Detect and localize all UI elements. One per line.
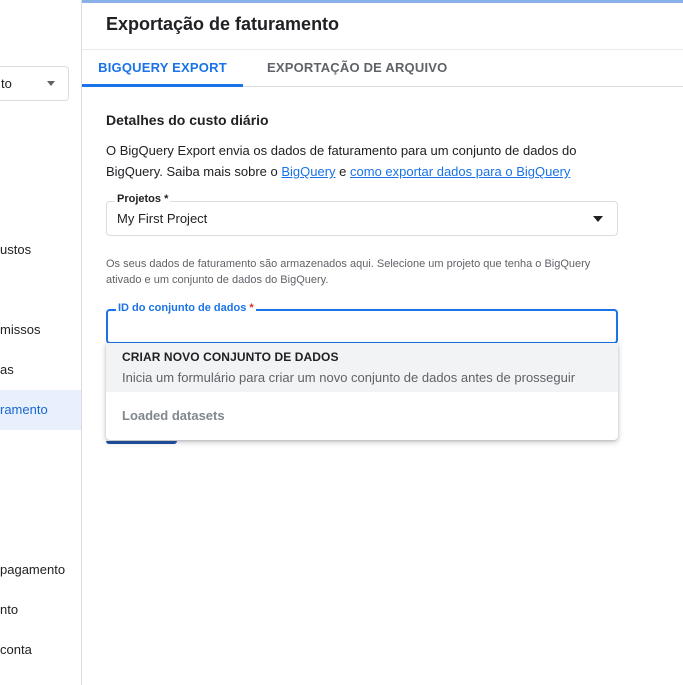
dataset-id-label: ID do conjunto de dados * bbox=[116, 302, 256, 314]
tab-bigquery-export[interactable]: BIGQUERY EXPORT bbox=[82, 50, 243, 87]
create-dataset-title: CRIAR NOVO CONJUNTO DE DADOS bbox=[122, 350, 339, 364]
active-tab-indicator bbox=[82, 84, 243, 87]
dataset-dropdown-menu: CRIAR NOVO CONJUNTO DE DADOS Inicia um f… bbox=[106, 343, 618, 440]
sidebar: to ustos missos as ramento pagamento nto… bbox=[0, 0, 82, 685]
projects-helper-text: Os seus dados de faturamento são armazen… bbox=[106, 258, 591, 286]
account-select[interactable]: to bbox=[0, 66, 69, 101]
sidebar-item-custos[interactable]: ustos bbox=[0, 230, 81, 270]
dropdown-arrow-icon bbox=[593, 216, 603, 222]
section-description: O BigQuery Export envia os dados de fatu… bbox=[106, 140, 596, 182]
sidebar-item-exportacao-faturamento[interactable]: ramento bbox=[0, 390, 81, 430]
create-dataset-option[interactable]: CRIAR NOVO CONJUNTO DE DADOS Inicia um f… bbox=[106, 343, 618, 392]
main-content: Exportação de faturamento BIGQUERY EXPOR… bbox=[82, 0, 683, 685]
tab-bigquery-export-label: BIGQUERY EXPORT bbox=[98, 60, 227, 75]
tab-bar: BIGQUERY EXPORT EXPORTAÇÃO DE ARQUIVO bbox=[82, 50, 683, 87]
chevron-down-icon bbox=[47, 81, 55, 86]
projects-value: My First Project bbox=[117, 211, 208, 226]
account-select-value: to bbox=[1, 76, 12, 91]
sidebar-item-compromissos[interactable]: missos bbox=[0, 310, 81, 350]
description-mid: e bbox=[335, 164, 351, 179]
loaded-datasets-header: Loaded datasets bbox=[122, 408, 225, 423]
sidebar-item-contas[interactable]: as bbox=[0, 350, 81, 390]
sidebar-item-pagamento-metodo[interactable]: nto bbox=[0, 590, 81, 630]
dataset-id-label-text: ID do conjunto de dados bbox=[118, 302, 247, 314]
page-title: Exportação de faturamento bbox=[106, 14, 340, 34]
bigquery-link[interactable]: BigQuery bbox=[281, 164, 335, 179]
create-dataset-subtitle: Inicia um formulário para criar um novo … bbox=[122, 370, 576, 385]
tab-exportacao-arquivo[interactable]: EXPORTAÇÃO DE ARQUIVO bbox=[267, 50, 447, 86]
dataset-id-input[interactable] bbox=[116, 317, 606, 337]
projects-select[interactable]: Projetos * My First Project bbox=[106, 193, 618, 236]
sidebar-item-pagamento[interactable]: pagamento bbox=[0, 550, 81, 590]
section-title: Detalhes do custo diário bbox=[106, 112, 269, 128]
dataset-id-field[interactable]: ID do conjunto de dados * bbox=[106, 302, 618, 344]
projects-label: Projetos * bbox=[115, 193, 171, 205]
sidebar-item-gerenciamento-conta[interactable]: conta bbox=[0, 630, 81, 670]
export-docs-link[interactable]: como exportar dados para o BigQuery bbox=[350, 164, 570, 179]
required-asterisk: * bbox=[249, 302, 254, 314]
